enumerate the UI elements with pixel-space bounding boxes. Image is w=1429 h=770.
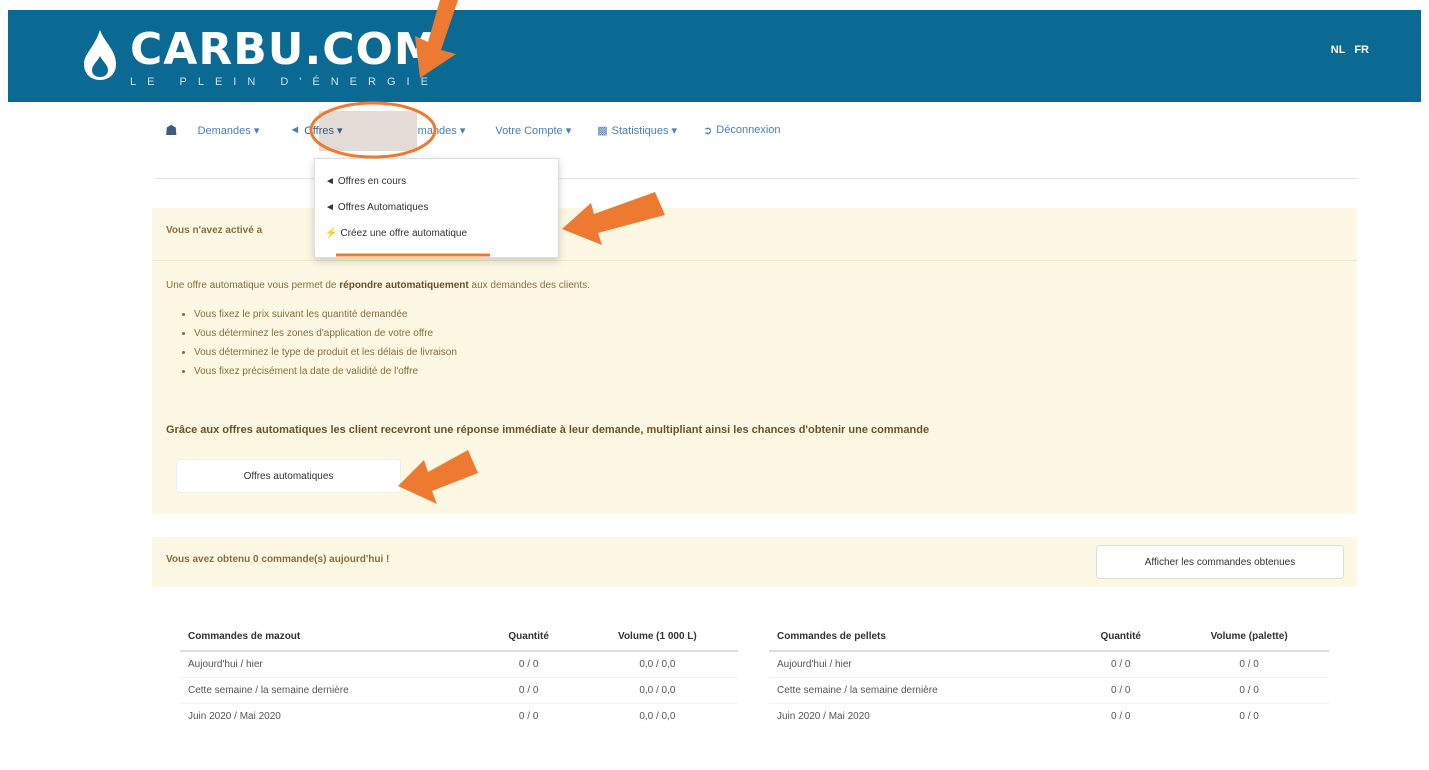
table-cell: Aujourd'hui / hier — [180, 650, 481, 677]
list-item: Vous fixez le prix suivant les quantité … — [194, 305, 457, 324]
bullhorn-icon: ◄ — [325, 202, 335, 213]
mazout-orders-table: Commandes de mazout Quantité Volume (1 0… — [180, 622, 738, 729]
table-header: Volume (palette) — [1169, 622, 1329, 652]
table-cell: 0 / 0 — [480, 676, 577, 703]
table-cell: 0 / 0 — [1072, 650, 1170, 677]
bullhorn-icon: ◄ — [325, 176, 335, 187]
nav-statistiques[interactable]: ▩ Statistiques ▾ — [587, 124, 687, 137]
list-item: Vous déterminez les zones d'application … — [194, 324, 457, 343]
table-row: Cette semaine / la semaine dernière 0 / … — [769, 676, 1329, 703]
nav-offres[interactable]: ◄ Offres ▾ — [279, 124, 352, 137]
lang-fr[interactable]: FR — [1354, 44, 1369, 56]
table-header: Commandes de pellets — [769, 622, 1073, 652]
table-row: Aujourd'hui / hier 0 / 0 0,0 / 0,0 — [180, 650, 738, 677]
table-cell: Aujourd'hui / hier — [769, 650, 1073, 677]
table-cell: Juin 2020 / Mai 2020 — [180, 702, 481, 729]
info-highlight-text: Grâce aux offres automatiques les client… — [166, 424, 930, 436]
table-header: Commandes de mazout — [180, 622, 481, 652]
table-cell: 0 / 0 — [1169, 702, 1329, 729]
nav-deconnexion[interactable]: ➲ Déconnexion — [693, 124, 790, 137]
orders-panel: Vous avez obtenu 0 commande(s) aujourd'h… — [152, 537, 1357, 770]
carbu-logo[interactable]: CARBU.COM LE PLEIN D'ÉNERGIE — [80, 28, 439, 88]
table-cell: Cette semaine / la semaine dernière — [769, 676, 1073, 703]
table-cell: 0,0 / 0,0 — [576, 676, 738, 703]
bullhorn-icon: ◄ — [289, 124, 301, 136]
site-header: CARBU.COM LE PLEIN D'ÉNERGIE NL FR — [8, 10, 1421, 102]
table-cell: 0,0 / 0,0 — [576, 650, 738, 677]
table-cell: 0,0 / 0,0 — [576, 702, 738, 729]
logo-title: CARBU.COM — [130, 24, 439, 75]
menu-item-offres-en-cours[interactable]: ◄ Offres en cours — [315, 169, 558, 195]
table-cell: 0 / 0 — [1169, 650, 1329, 677]
table-cell: Juin 2020 / Mai 2020 — [769, 702, 1073, 729]
home-icon[interactable]: ☗ — [155, 122, 188, 139]
table-row: Aujourd'hui / hier 0 / 0 0 / 0 — [769, 650, 1329, 677]
list-item: Vous déterminez le type de produit et le… — [194, 343, 457, 362]
table-row: Juin 2020 / Mai 2020 0 / 0 0,0 / 0,0 — [180, 702, 738, 729]
nav-demandes[interactable]: Demandes ▾ — [188, 124, 270, 137]
table-header: Quantité — [480, 622, 577, 652]
info-intro-text: Une offre automatique vous permet de rép… — [166, 280, 590, 291]
menu-item-offres-automatiques[interactable]: ◄ Offres Automatiques — [315, 195, 558, 221]
offres-automatiques-button[interactable]: Offres automatiques — [176, 459, 401, 493]
logout-icon: ➲ — [703, 124, 713, 137]
table-cell: Cette semaine / la semaine dernière — [180, 676, 481, 703]
logo-tagline: LE PLEIN D'ÉNERGIE — [130, 76, 439, 88]
bolt-icon: ⚡ — [325, 228, 338, 239]
main-nav: ☗ Demandes ▾ ◄ Offres ▾ ☒ Commandes ▾ Vo… — [155, 111, 791, 151]
lang-nl[interactable]: NL — [1331, 44, 1345, 56]
list-item: Vous fixez précisément la date de validi… — [194, 362, 457, 381]
flame-icon — [84, 30, 116, 80]
table-cell: 0 / 0 — [480, 650, 577, 677]
table-cell: 0 / 0 — [1072, 702, 1170, 729]
orders-panel-title: Vous avez obtenu 0 commande(s) aujourd'h… — [166, 554, 390, 565]
afficher-commandes-button[interactable]: Afficher les commandes obtenues — [1096, 545, 1344, 579]
table-row: Juin 2020 / Mai 2020 0 / 0 0 / 0 — [769, 702, 1329, 729]
nav-votre-compte[interactable]: Votre Compte ▾ — [485, 124, 581, 137]
table-header: Volume (1 000 L) — [576, 622, 738, 652]
info-panel-title: Vous n'avez activé a — [166, 225, 263, 236]
table-cell: 0 / 0 — [480, 702, 577, 729]
table-cell: 0 / 0 — [1169, 676, 1329, 703]
pellets-orders-table: Commandes de pellets Quantité Volume (pa… — [769, 622, 1329, 729]
table-header: Quantité — [1072, 622, 1170, 652]
table-cell: 0 / 0 — [1072, 676, 1170, 703]
panel-divider — [152, 260, 1357, 261]
orders-panel-body: Commandes de mazout Quantité Volume (1 0… — [152, 587, 1357, 770]
offres-dropdown-menu: ◄ Offres en cours ◄ Offres Automatiques ⚡ C… — [314, 158, 559, 258]
table-row: Cette semaine / la semaine dernière 0 / … — [180, 676, 738, 703]
info-bullet-list: Vous fixez le prix suivant les quantité … — [184, 305, 457, 381]
bar-chart-icon: ▩ — [597, 124, 608, 137]
language-switcher: NL FR — [1325, 44, 1369, 56]
menu-item-creez-offre-automatique[interactable]: ⚡ Créez une offre automatique — [315, 221, 558, 247]
